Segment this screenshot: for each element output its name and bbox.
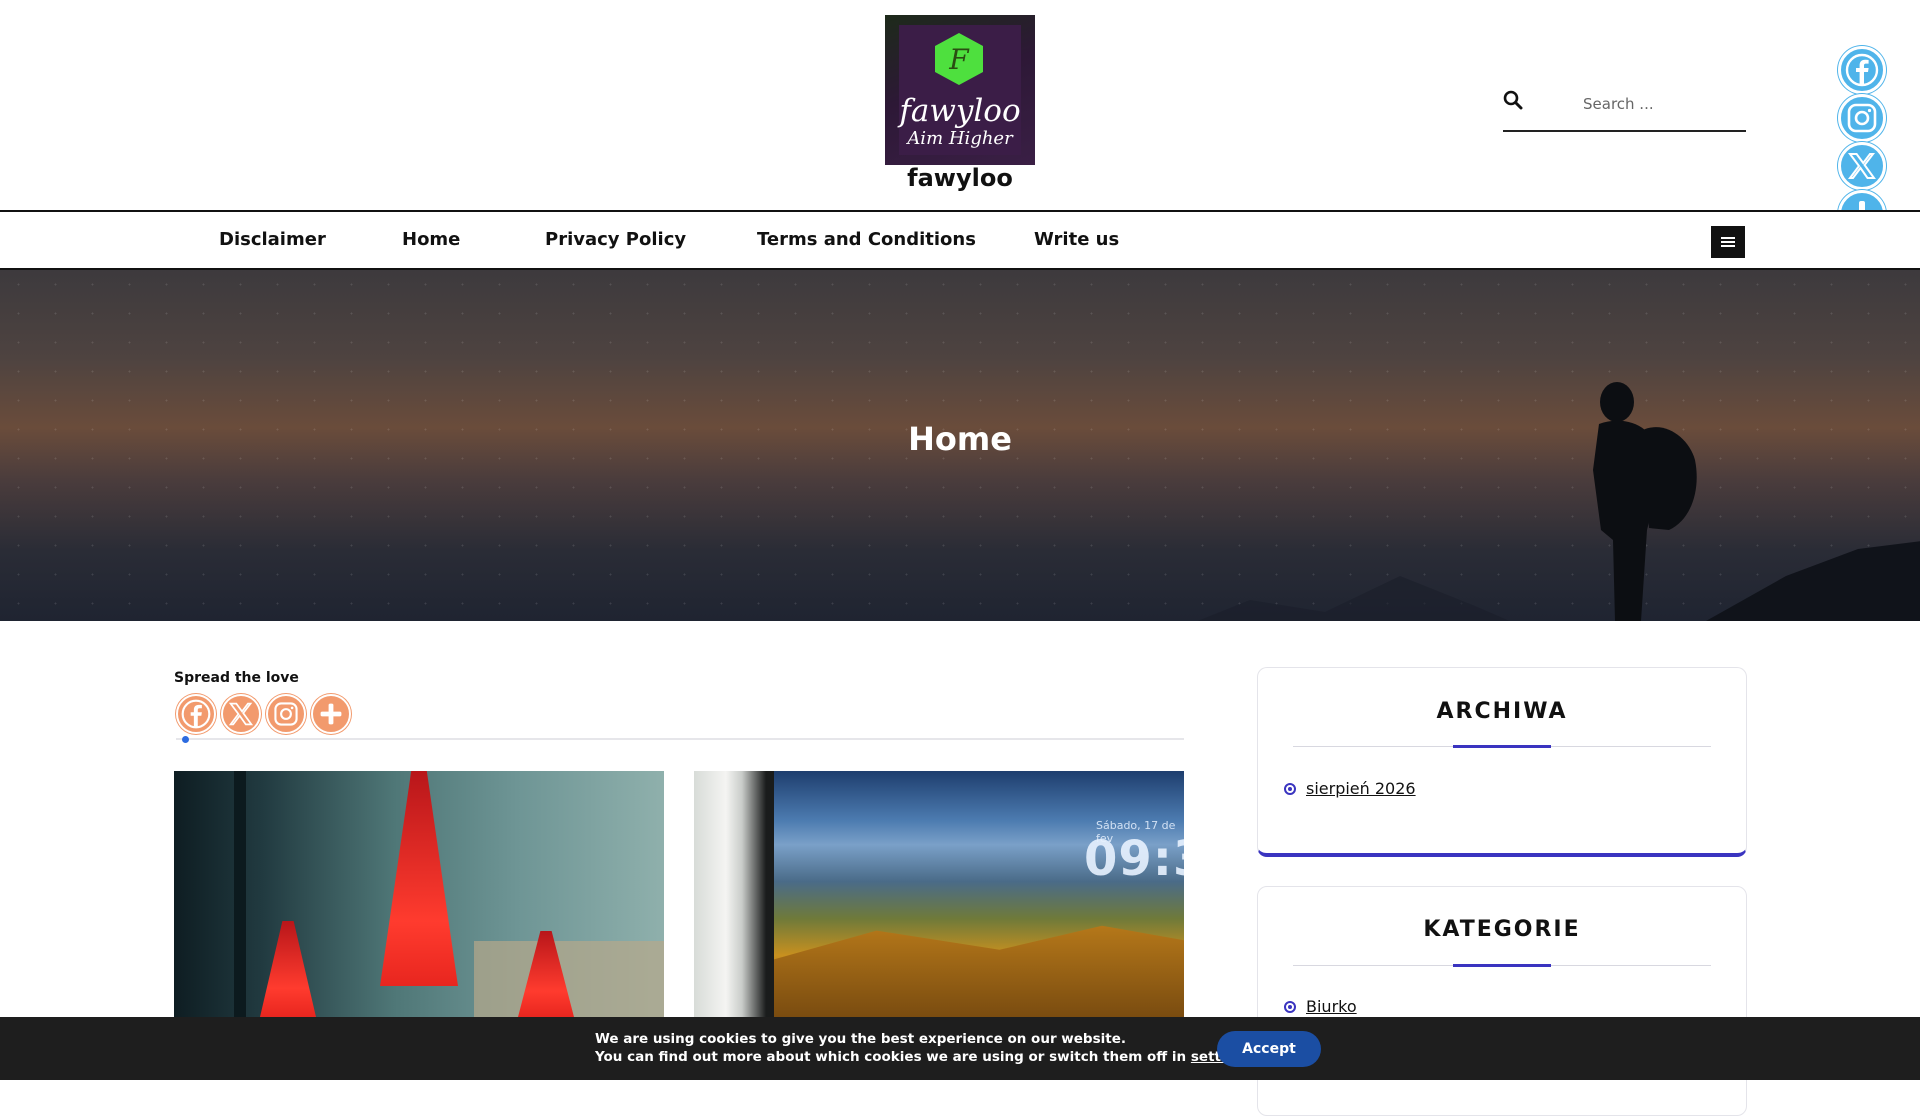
- instagram-share-inline[interactable]: [266, 694, 306, 734]
- cookie-line-2-prefix: You can find out more about which cookie…: [595, 1049, 1191, 1065]
- hero-banner: Home: [0, 270, 1920, 621]
- widget-accent-bar: [1453, 745, 1551, 748]
- x-share-inline[interactable]: [221, 694, 261, 734]
- share-divider: [176, 738, 1184, 740]
- nav-item-home[interactable]: Home: [402, 229, 460, 250]
- nav-item-write-us[interactable]: Write us: [1034, 229, 1119, 250]
- instagram-icon: [1847, 103, 1877, 133]
- nav-item-privacy-policy[interactable]: Privacy Policy: [545, 229, 686, 250]
- image-lamp-left: [260, 921, 316, 1017]
- logo-tagline: Aim Higher: [907, 128, 1013, 149]
- nav-item-disclaimer[interactable]: Disclaimer: [219, 229, 326, 250]
- widget-title-archive: ARCHIWA: [1436, 699, 1568, 724]
- widget-title-categories: KATEGORIE: [1423, 917, 1581, 942]
- archive-link-august-2026[interactable]: sierpień 2026: [1306, 779, 1416, 798]
- logo-word: fawyloo: [899, 93, 1021, 129]
- search-input[interactable]: [1583, 92, 1743, 116]
- cookie-line-2: You can find out more about which cookie…: [595, 1048, 1258, 1066]
- x-icon: [228, 702, 254, 726]
- logo-letter: F: [949, 42, 969, 76]
- cookie-notice-bar: We are using cookies to give you the bes…: [0, 1017, 1920, 1080]
- post-thumbnail-landscape[interactable]: Sábado, 17 de fev 09:3: [694, 771, 1184, 1017]
- search-icon[interactable]: [1503, 90, 1523, 110]
- archive-widget: ARCHIWA sierpień 2026: [1257, 667, 1747, 857]
- bullet-icon: [1284, 1000, 1296, 1013]
- post-thumbnail-lamps[interactable]: [174, 771, 664, 1017]
- spread-the-love-label: Spread the love: [174, 670, 299, 686]
- accept-cookies-button[interactable]: Accept: [1217, 1031, 1321, 1067]
- instagram-share-button[interactable]: [1838, 94, 1886, 142]
- inline-share-buttons: [176, 694, 351, 734]
- main-navigation: Disclaimer Home Privacy Policy Terms and…: [0, 210, 1920, 270]
- image-screen-frame: [694, 771, 774, 1017]
- share-indicator-dot: [182, 736, 189, 743]
- categories-widget: KATEGORIE Biurko: [1257, 886, 1747, 1116]
- image-lamp-center: [380, 771, 458, 986]
- image-clock-text: 09:3: [1084, 831, 1184, 887]
- category-link-biurko[interactable]: Biurko: [1306, 997, 1357, 1016]
- menu-toggle-button[interactable]: [1711, 226, 1745, 258]
- facebook-share-button[interactable]: [1838, 46, 1886, 94]
- list-item: Biurko: [1284, 997, 1357, 1016]
- site-header: F fawyloo Aim Higher fawyloo: [0, 0, 1920, 210]
- search-form: [1503, 82, 1746, 132]
- x-icon: [1848, 153, 1876, 179]
- more-share-inline[interactable]: [311, 694, 351, 734]
- facebook-icon: [1845, 53, 1879, 87]
- nav-item-terms[interactable]: Terms and Conditions: [757, 229, 976, 250]
- image-hill: [774, 925, 1184, 1017]
- bullet-icon: [1284, 782, 1296, 795]
- list-item: sierpień 2026: [1284, 779, 1416, 798]
- x-share-button[interactable]: [1838, 142, 1886, 190]
- site-title[interactable]: fawyloo: [860, 164, 1060, 192]
- facebook-icon: [181, 699, 211, 729]
- hiker-silhouette: [1593, 382, 1697, 621]
- site-logo[interactable]: F fawyloo Aim Higher: [885, 15, 1035, 165]
- hamburger-icon: [1721, 237, 1735, 247]
- plus-icon: [320, 703, 342, 725]
- widget-accent-bar: [1453, 964, 1551, 967]
- page-title: Home: [908, 420, 1012, 458]
- image-window-frame: [234, 771, 246, 1017]
- instagram-icon: [274, 702, 298, 726]
- cookie-notice-text: We are using cookies to give you the bes…: [595, 1030, 1258, 1066]
- facebook-share-inline[interactable]: [176, 694, 216, 734]
- cookie-line-1: We are using cookies to give you the bes…: [595, 1031, 1126, 1047]
